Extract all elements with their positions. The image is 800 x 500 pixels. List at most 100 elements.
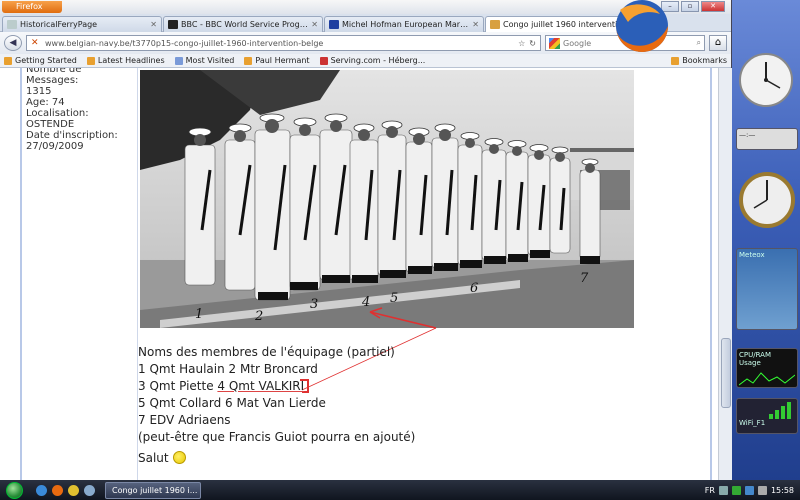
close-button[interactable]: ✕ [701, 1, 725, 12]
cpu-label: CPU/RAM Usage [739, 351, 771, 367]
update-icon[interactable] [744, 485, 754, 495]
browser-window: Firefox – ▫ ✕ HistoricalFerryPage ✕ BBC … [0, 0, 732, 480]
tab-michel-hofman[interactable]: Michel Hofman European Maritime D... ✕ [324, 16, 484, 32]
registration-date: 27/09/2009 [26, 141, 84, 152]
user-age: Age: 74 [26, 97, 65, 108]
bbc-icon [168, 20, 178, 29]
tab-label: HistoricalFerryPage [20, 20, 98, 29]
google-icon [549, 37, 560, 49]
tab-close-icon[interactable]: ✕ [472, 20, 479, 29]
security-icon[interactable] [731, 485, 741, 495]
reload-icon[interactable]: ↻ [529, 39, 536, 48]
salut-line: Salut [138, 450, 415, 467]
windows-orb-icon [5, 481, 23, 499]
bookmark-label: Latest Headlines [97, 56, 165, 65]
page-icon [7, 20, 17, 29]
bookmark-label: Getting Started [15, 56, 77, 65]
sidebar-gadgets: —:— Meteox CPU/RAM Usage WiFi_F1 [734, 0, 800, 480]
post-text: Noms des membres de l'équipage (partiel)… [138, 344, 415, 467]
bookmark-star-icon[interactable]: ☆ [518, 39, 525, 48]
search-icon[interactable]: ⌕ [697, 38, 701, 48]
ie-icon[interactable] [36, 484, 47, 496]
cpu-gadget[interactable]: CPU/RAM Usage [736, 348, 798, 388]
window-controls: – ▫ ✕ [661, 1, 725, 12]
clipboard-gadget[interactable]: —:— [736, 128, 798, 150]
firefox-menu-button[interactable]: Firefox [2, 1, 62, 13]
crew-line-5: (peut-être que Francis Guiot pourra en a… [138, 430, 416, 444]
folder-icon[interactable] [68, 484, 79, 496]
back-button[interactable]: ◀ [4, 35, 22, 51]
system-tray: FR 15:58 [705, 485, 800, 495]
crew-line-1: 1 Qmt Haulain 2 Mtr Broncard [138, 362, 318, 376]
title-bar: Firefox – ▫ ✕ [0, 0, 731, 14]
taskbar-firefox-window[interactable]: Congo juillet 1960 i... [105, 481, 201, 499]
maximize-button[interactable]: ▫ [681, 1, 699, 12]
clock-time[interactable]: 15:58 [771, 486, 794, 495]
home-button[interactable]: ⌂ [709, 35, 727, 51]
bookmarks-menu[interactable]: Bookmarks [671, 56, 727, 65]
crew-heading: Noms des membres de l'équipage (partiel) [138, 345, 395, 359]
quick-launch [36, 484, 95, 496]
messages-label: Nombre de Messages: [26, 68, 82, 86]
language-indicator[interactable]: FR [705, 486, 715, 495]
user-location: Localisation: OSTENDE [26, 108, 89, 130]
wifi-label: WiFi_F1 [739, 419, 766, 427]
weather-map-gadget[interactable]: Meteox [736, 248, 798, 330]
folder-icon [86, 56, 95, 65]
messages-count: 1315 [26, 86, 52, 97]
post-body: 1 2 3 4 5 6 7 Noms des membres de l'équi… [138, 68, 712, 480]
bookmarks-toolbar: Getting Started Latest Headlines Most Vi… [0, 54, 731, 68]
bookmark-servimg[interactable]: Serving.com - Héberg... [319, 56, 426, 65]
network-icon[interactable] [718, 485, 728, 495]
page-content: Nombre de Messages: 1315 Age: 74 Localis… [0, 68, 732, 480]
tab-historical-ferry[interactable]: HistoricalFerryPage ✕ [2, 16, 162, 32]
anchor-icon [490, 20, 500, 29]
smiley-icon [172, 451, 186, 464]
bookmark-label: Serving.com - Héberg... [330, 56, 426, 65]
task-label: Congo juillet 1960 i... [112, 485, 198, 495]
tab-strip: HistoricalFerryPage ✕ BBC - BBC World Se… [0, 14, 731, 32]
wifi-gadget[interactable]: WiFi_F1 [736, 398, 798, 434]
start-button[interactable] [0, 480, 28, 500]
crew-line-2b: 4 Qmt VALKIRI [217, 379, 305, 393]
show-desktop-icon[interactable] [84, 484, 95, 496]
bookmark-label: Bookmarks [682, 56, 727, 65]
tab-bbc[interactable]: BBC - BBC World Service Programme... ✕ [163, 16, 323, 32]
tab-label: Congo juillet 1960 intervention belge ..… [503, 20, 630, 29]
eu-flag-icon [329, 20, 339, 29]
crew-line-2a: 3 Qmt Piette [138, 379, 218, 393]
scrollbar-thumb[interactable] [721, 338, 731, 408]
bookmark-label: Paul Hermant [255, 56, 310, 65]
bookmark-latest-headlines[interactable]: Latest Headlines [86, 56, 165, 65]
tab-close-icon[interactable]: ✕ [633, 20, 640, 29]
user-info-pane: Nombre de Messages: 1315 Age: 74 Localis… [20, 68, 138, 480]
search-box[interactable]: Google ⌕ [545, 35, 705, 51]
bookmark-paul-hermant[interactable]: Paul Hermant [244, 56, 310, 65]
taskbar: Congo juillet 1960 i... FR 15:58 [0, 480, 800, 500]
tab-congo[interactable]: Congo juillet 1960 intervention belge ..… [485, 16, 645, 32]
url-bar[interactable]: ✕ www.belgian-navy.be/t3770p15-congo-jui… [26, 35, 541, 51]
tab-close-icon[interactable]: ✕ [150, 20, 157, 29]
minimize-button[interactable]: – [661, 1, 679, 12]
salut-text: Salut [138, 451, 169, 465]
wifi-bars-icon [769, 401, 795, 419]
tab-label: BBC - BBC World Service Programme... [181, 20, 308, 29]
firefox-icon[interactable] [52, 484, 63, 496]
bookmark-getting-started[interactable]: Getting Started [4, 56, 77, 65]
site-favicon-icon: ✕ [31, 38, 39, 48]
volume-icon[interactable] [757, 485, 767, 495]
crew-line-3: 5 Qmt Collard 6 Mat Van Lierde [138, 396, 326, 410]
url-text[interactable]: www.belgian-navy.be/t3770p15-congo-juill… [45, 39, 514, 48]
star-folder-icon [174, 56, 183, 65]
crew-line-4: 7 EDV Adriaens [138, 413, 231, 427]
bookmark-most-visited[interactable]: Most Visited [174, 56, 235, 65]
firefox-icon [4, 56, 12, 65]
tab-close-icon[interactable]: ✕ [311, 20, 318, 29]
vertical-scrollbar[interactable] [718, 68, 732, 480]
second-clock-icon [739, 172, 795, 228]
bookmark-label: Most Visited [185, 56, 235, 65]
cpu-graph-icon [738, 372, 796, 386]
crew-line-2: 3 Qmt Piette 4 Qmt VALKIRI [138, 378, 415, 395]
analog-clock-icon [739, 53, 793, 107]
tab-label: Michel Hofman European Maritime D... [342, 20, 469, 29]
